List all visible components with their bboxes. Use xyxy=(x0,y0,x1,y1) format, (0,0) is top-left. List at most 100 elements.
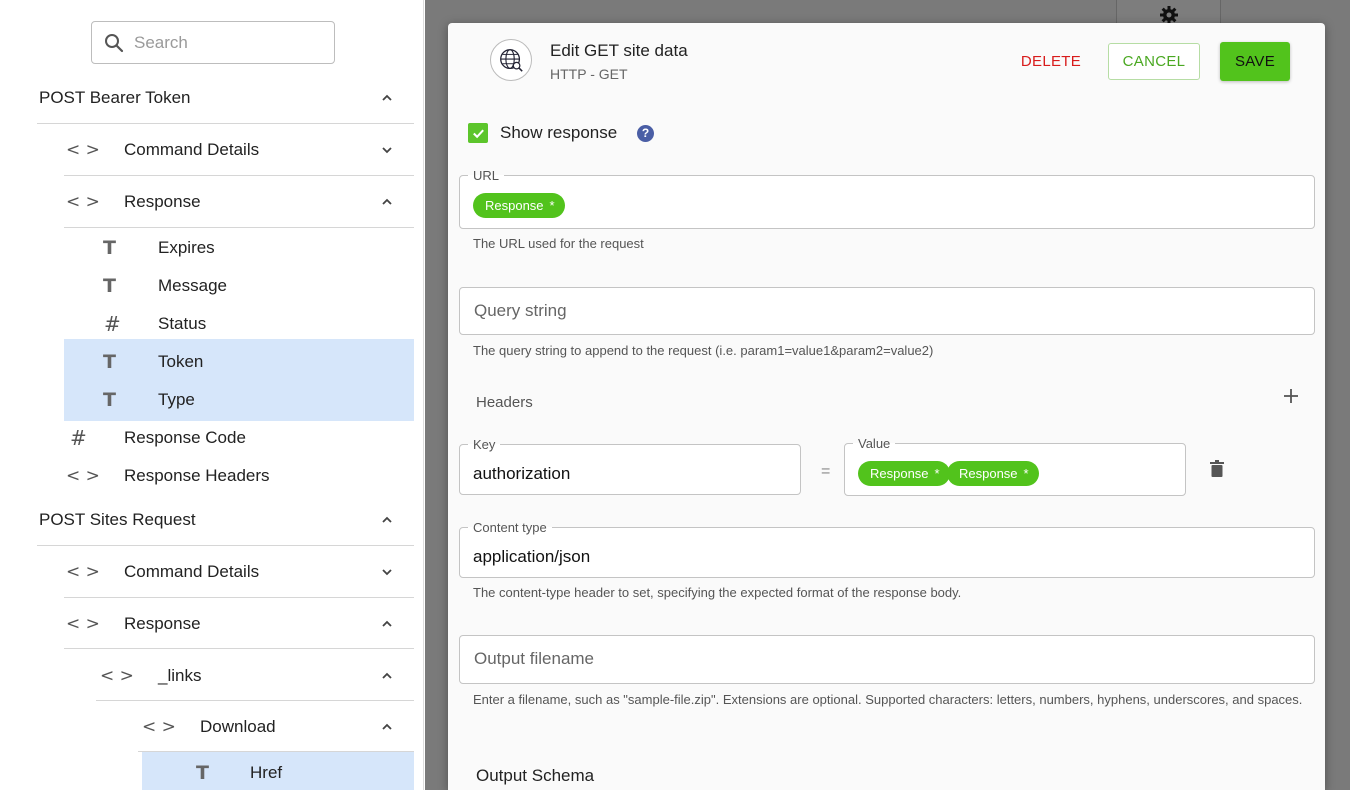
tree-label: Href xyxy=(250,763,283,782)
tree-item-response-code[interactable]: # Response Code xyxy=(0,426,423,450)
chevron-up-icon[interactable] xyxy=(380,513,394,527)
content-type-helper-text: The content-type header to set, specifyi… xyxy=(473,585,962,600)
checkmark-icon xyxy=(472,129,484,138)
output-schema-label: Output Schema xyxy=(476,766,595,785)
text-type-icon: T xyxy=(103,275,116,297)
tree-item-href[interactable]: T Href xyxy=(0,761,423,785)
tree-label: Expires xyxy=(158,238,215,257)
chevron-up-icon[interactable] xyxy=(380,720,394,734)
sidebar: POST Bearer Token < > Command Details < … xyxy=(0,0,424,790)
tree-label: Download xyxy=(200,717,276,736)
query-helper-text: The query string to append to the reques… xyxy=(473,343,934,358)
divider xyxy=(138,751,414,752)
asterisk-icon: * xyxy=(1023,466,1029,481)
tree-label: Response Headers xyxy=(124,466,270,485)
code-icon: < > xyxy=(66,614,100,634)
divider xyxy=(37,123,414,124)
tree-group-post-bearer-token[interactable]: POST Bearer Token xyxy=(0,86,423,110)
code-icon: < > xyxy=(100,666,134,686)
equals-sign: = xyxy=(821,463,831,480)
text-type-icon: T xyxy=(103,237,116,259)
code-icon: < > xyxy=(66,466,100,486)
globe-icon xyxy=(490,39,532,81)
query-string-field[interactable]: Query string xyxy=(459,287,1315,335)
tree-item-message[interactable]: T Message xyxy=(0,274,423,298)
code-icon: < > xyxy=(66,562,100,582)
tree-group-post-sites-request[interactable]: POST Sites Request xyxy=(0,508,423,532)
content-type-label: Content type xyxy=(473,520,547,535)
chip-label: Response xyxy=(485,198,544,213)
code-icon: < > xyxy=(142,717,176,737)
url-field[interactable]: URL xyxy=(459,169,1315,229)
headers-label: Headers xyxy=(476,394,533,411)
cancel-button[interactable]: CANCEL xyxy=(1108,43,1200,80)
show-response-checkbox[interactable] xyxy=(468,123,488,143)
tree-label: Command Details xyxy=(124,140,260,159)
header-value-label: Value xyxy=(858,436,891,451)
url-response-chip[interactable]: Response * xyxy=(473,193,565,218)
url-label: URL xyxy=(473,168,500,183)
output-filename-placeholder: Output filename xyxy=(474,649,595,668)
asterisk-icon: * xyxy=(934,466,940,481)
delete-button[interactable]: DELETE xyxy=(1011,43,1091,79)
chevron-up-icon[interactable] xyxy=(380,91,394,105)
text-type-icon: T xyxy=(196,762,209,784)
header-key-label: Key xyxy=(473,437,496,452)
dialog-subtitle: HTTP - GET xyxy=(550,66,628,82)
add-header-icon[interactable] xyxy=(1282,387,1300,405)
tree-item-command-details[interactable]: < > Command Details xyxy=(0,560,423,584)
tree-label: Status xyxy=(158,314,207,333)
tree-label: Response xyxy=(124,614,201,633)
chevron-up-icon[interactable] xyxy=(380,669,394,683)
code-icon: < > xyxy=(66,140,100,160)
chip-label: Response xyxy=(870,466,929,481)
dialog-title: Edit GET site data xyxy=(550,41,688,60)
tree-item-expires[interactable]: T Expires xyxy=(0,236,423,260)
settings-tab[interactable] xyxy=(1116,0,1221,24)
text-type-icon: T xyxy=(103,351,116,373)
header-value-chip[interactable]: Response * xyxy=(947,461,1039,486)
text-type-icon: T xyxy=(103,389,116,411)
divider xyxy=(96,700,414,701)
tree-item-status[interactable]: # Status xyxy=(0,312,423,336)
output-filename-field[interactable]: Output filename xyxy=(459,635,1315,684)
help-icon[interactable]: ? xyxy=(637,125,654,142)
search-icon xyxy=(105,33,124,52)
divider xyxy=(64,227,414,228)
tree-item-response[interactable]: < > Response xyxy=(0,190,423,214)
tree-label: Message xyxy=(158,276,227,295)
chevron-up-icon[interactable] xyxy=(380,617,394,631)
show-response-label: Show response xyxy=(500,123,618,142)
delete-header-icon[interactable] xyxy=(1210,460,1224,477)
save-button[interactable]: SAVE xyxy=(1220,42,1290,81)
search-box[interactable] xyxy=(91,21,335,64)
search-input[interactable] xyxy=(134,32,324,53)
output-filename-helper-text: Enter a filename, such as "sample-file.z… xyxy=(473,692,1303,707)
number-type-icon: # xyxy=(104,312,121,336)
query-string-placeholder: Query string xyxy=(474,301,567,320)
tree-item-response[interactable]: < > Response xyxy=(0,612,423,636)
tree-label: _links xyxy=(158,666,202,685)
chevron-down-icon[interactable] xyxy=(380,143,394,157)
tree-item-token[interactable]: T Token xyxy=(0,350,423,374)
number-type-icon: # xyxy=(70,426,87,450)
chevron-down-icon[interactable] xyxy=(380,565,394,579)
url-helper-text: The URL used for the request xyxy=(473,236,644,251)
tree-item-download[interactable]: < > Download xyxy=(0,715,423,739)
tree-item-command-details[interactable]: < > Command Details xyxy=(0,138,423,162)
tree-label: POST Bearer Token xyxy=(39,88,191,107)
content-type-value: application/json xyxy=(473,547,591,566)
chevron-up-icon[interactable] xyxy=(380,195,394,209)
tree-label: Response Code xyxy=(124,428,246,447)
divider xyxy=(64,648,414,649)
tree-item-response-headers[interactable]: < > Response Headers xyxy=(0,464,423,488)
tree-item-type[interactable]: T Type xyxy=(0,388,423,412)
tree-item-links[interactable]: < > _links xyxy=(0,664,423,688)
gear-icon xyxy=(1160,6,1178,24)
tree-label: Response xyxy=(124,192,201,211)
divider xyxy=(37,545,414,546)
code-icon: < > xyxy=(66,192,100,212)
tree-label: POST Sites Request xyxy=(39,510,196,529)
edit-dialog: Edit GET site data HTTP - GET DELETE CAN… xyxy=(448,23,1325,790)
header-value-chip[interactable]: Response * xyxy=(858,461,950,486)
